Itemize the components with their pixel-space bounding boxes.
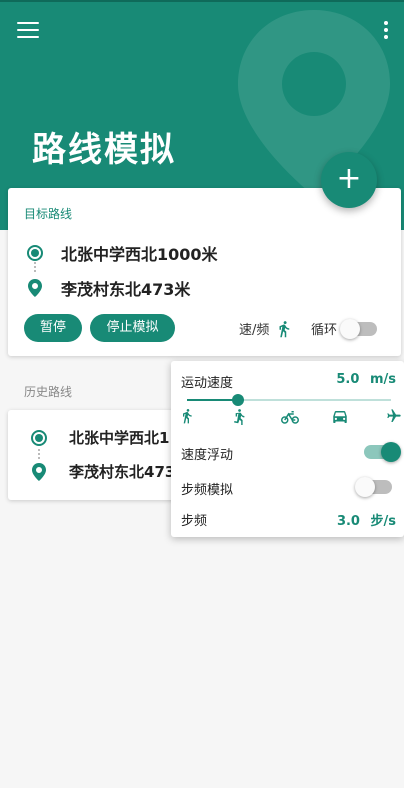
speed-slider-fill: [187, 399, 238, 401]
speed-frequency-label: 速/频: [239, 323, 270, 338]
cadence-sim-label: 步频模拟: [181, 483, 234, 498]
speed-slider-thumb[interactable]: [232, 394, 244, 406]
more-vertical-icon[interactable]: [382, 21, 390, 41]
speed-label: 运动速度: [181, 376, 234, 391]
speed-frequency-button[interactable]: 速/频: [239, 319, 293, 338]
speed-float-label: 速度浮动: [181, 448, 234, 463]
speed-value-display: 5.0 m/s: [336, 372, 396, 387]
route-start-row: 北张中学西北1000米: [27, 241, 218, 265]
history-start-row: 北张中学西北1: [31, 427, 169, 448]
cadence-value: 3.0: [336, 514, 360, 529]
plane-icon[interactable]: [385, 408, 403, 424]
cadence-value-display: 3.0 步/s: [337, 510, 396, 529]
speed-float-toggle[interactable]: [364, 442, 401, 462]
start-point-icon: [31, 429, 47, 446]
route-connector: [38, 449, 40, 461]
route-end-text: 李茂村东北473米: [61, 280, 191, 299]
motion-mode-icons: [179, 408, 401, 426]
page-title: 路线模拟: [32, 130, 176, 170]
route-connector: [34, 262, 36, 274]
speed-unit: m/s: [369, 372, 396, 387]
loop-label: 循环: [311, 323, 338, 338]
route-end-row: 李茂村东北473米: [27, 276, 190, 300]
plus-icon: +: [336, 161, 362, 196]
stop-simulation-button[interactable]: 停止模拟: [90, 314, 175, 342]
menu-icon[interactable]: [17, 22, 39, 40]
end-pin-icon: [28, 279, 42, 297]
target-route-card: 目标路线 北张中学西北1000米 李茂村东北473米 暂停 停止模拟 速/频 循…: [8, 188, 401, 356]
run-icon: [279, 320, 290, 337]
bike-icon[interactable]: [281, 409, 299, 425]
history-label: 历史路线: [24, 385, 73, 399]
cadence-unit: 步/s: [370, 514, 397, 529]
history-end-text: 李茂村东北473: [69, 463, 176, 481]
start-point-icon: [27, 245, 43, 261]
speed-settings-popup: 运动速度 5.0 m/s 速度浮动 步频模拟 步频 3.0 步/s: [171, 361, 404, 537]
pause-button[interactable]: 暂停: [24, 314, 82, 342]
speed-slider[interactable]: [187, 394, 391, 406]
run-icon[interactable]: [230, 408, 247, 425]
cadence-label: 步频: [181, 514, 208, 529]
speed-value: 5.0: [336, 372, 360, 387]
history-end-row: 李茂村东北473: [31, 461, 175, 482]
route-start-text: 北张中学西北1000米: [61, 245, 218, 264]
add-route-button[interactable]: +: [321, 152, 377, 208]
walk-icon[interactable]: [179, 408, 195, 424]
history-start-text: 北张中学西北1: [69, 429, 170, 447]
target-route-label: 目标路线: [24, 207, 73, 221]
cadence-sim-toggle[interactable]: [355, 477, 392, 497]
loop-toggle[interactable]: [340, 319, 377, 339]
end-pin-icon: [32, 462, 46, 481]
car-icon[interactable]: [331, 409, 349, 425]
